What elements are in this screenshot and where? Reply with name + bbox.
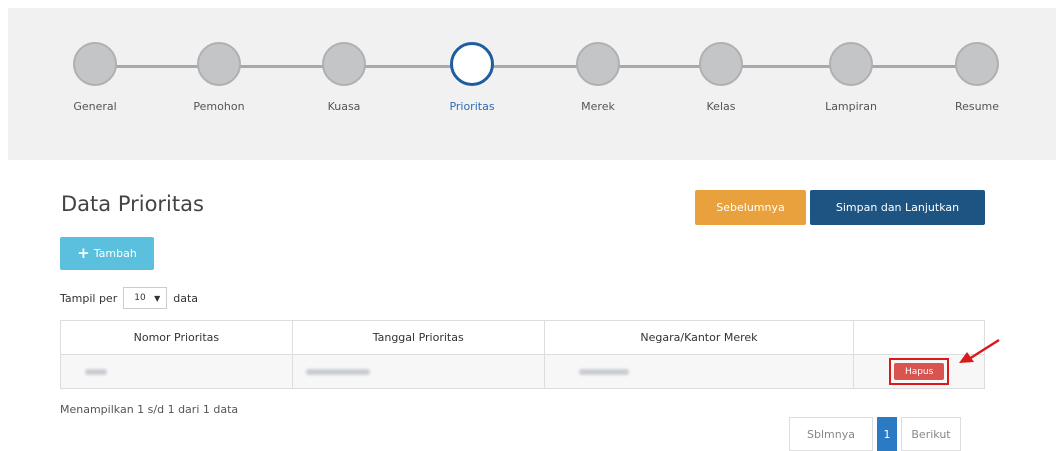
step-circle: [955, 42, 999, 86]
step-circle: [576, 42, 620, 86]
column-header: Nomor Prioritas: [60, 320, 293, 355]
step-label: General: [73, 100, 117, 113]
stepper-line-left: [103, 65, 480, 68]
redacted-value: [578, 369, 629, 375]
cell-nomor-prioritas: [60, 354, 293, 389]
table-row: Hapus: [60, 354, 985, 389]
page-size-value: 10: [134, 293, 146, 303]
step-circle: [322, 42, 366, 86]
redacted-value: [85, 369, 108, 375]
arrow-annotation-icon: [959, 338, 1000, 363]
step-label: Merek: [581, 100, 615, 113]
page-size-select[interactable]: 10 ▼: [123, 287, 168, 309]
add-button[interactable]: + Tambah: [60, 237, 154, 270]
delete-button[interactable]: Hapus: [894, 363, 945, 380]
step-circle-active: [450, 42, 494, 86]
priority-table: Nomor Prioritas Tanggal Prioritas Negara…: [60, 320, 985, 389]
page-size-prefix: Tampil per: [60, 291, 118, 305]
save-and-continue-button[interactable]: Simpan dan Lanjutkan: [810, 190, 985, 225]
step-label: Resume: [954, 100, 1000, 113]
pagination-info: Menampilkan 1 s/d 1 dari 1 data: [60, 403, 239, 416]
cell-tanggal-prioritas: [291, 354, 545, 389]
plus-icon: +: [77, 244, 90, 262]
pagination: Sblmnya 1 Berikut: [789, 417, 961, 451]
step-label: Kelas: [706, 100, 736, 113]
column-header: Negara/Kantor Merek: [543, 320, 855, 355]
step-label: Lampiran: [825, 100, 877, 113]
pagination-next-button[interactable]: Berikut: [901, 417, 961, 451]
wizard-stepper: General Pemohon Kuasa Prioritas Merek Ke…: [8, 8, 1056, 160]
step-label: Kuasa: [327, 100, 361, 113]
caret-down-icon: ▼: [154, 293, 161, 303]
highlight-box: Hapus: [889, 358, 950, 385]
step-circle: [829, 42, 873, 86]
column-header: Tanggal Prioritas: [291, 320, 545, 355]
table-header-row: Nomor Prioritas Tanggal Prioritas Negara…: [60, 320, 985, 355]
pagination-prev-button[interactable]: Sblmnya: [789, 417, 873, 451]
cell-negara: [543, 354, 855, 389]
step-circle: [699, 42, 743, 86]
step-circle: [197, 42, 241, 86]
previous-button[interactable]: Sebelumnya: [695, 190, 806, 225]
redacted-value: [306, 369, 371, 375]
step-label: Pemohon: [193, 100, 245, 113]
step-label: Prioritas: [449, 100, 495, 113]
page-size-suffix: data: [173, 291, 198, 305]
page-size-control: Tampil per 10 ▼ data: [60, 287, 198, 309]
page-title: Data Prioritas: [61, 192, 204, 216]
add-button-label: Tambah: [93, 247, 137, 260]
pagination-page-1[interactable]: 1: [877, 417, 897, 451]
step-circle: [73, 42, 117, 86]
